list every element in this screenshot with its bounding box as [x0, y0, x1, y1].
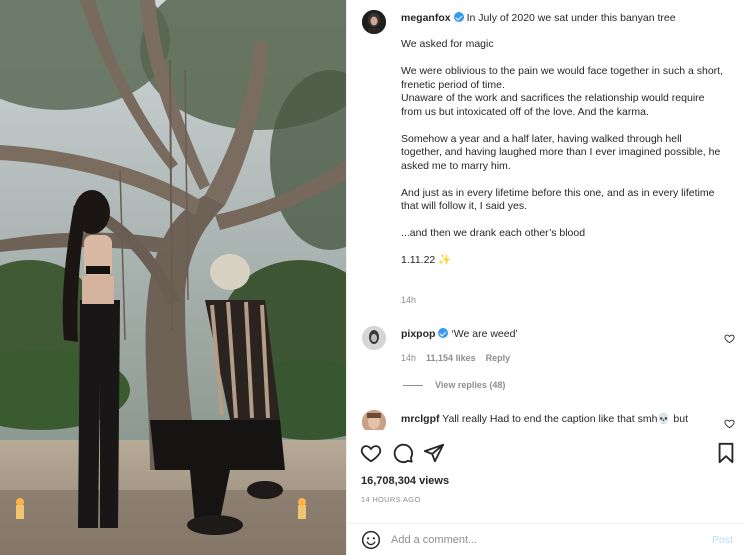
view-replies-label: View replies (48)	[435, 380, 506, 390]
caption-paragraph: And just as in every lifetime before thi…	[401, 186, 715, 213]
caption-date: 1.11.22 ✨	[401, 254, 452, 266]
reply-button[interactable]: Reply	[486, 353, 511, 363]
author-username[interactable]: meganfox	[401, 12, 451, 24]
comment-username[interactable]: pixpop	[401, 328, 435, 340]
comment-line: mrclgpf Yall really Had to end the capti…	[401, 412, 688, 426]
comment-text: ‘We are weed’	[451, 328, 518, 340]
author-avatar[interactable]	[362, 10, 386, 34]
replies-divider-line	[403, 384, 423, 386]
post-comment-button[interactable]: Post	[712, 534, 733, 546]
comment-likes[interactable]: 11,154 likes	[426, 353, 476, 363]
post-side-panel: meganfox In July of 2020 we sat under thi…	[346, 0, 745, 555]
comment-like-heart-icon[interactable]	[724, 333, 735, 344]
comments-scroll-area[interactable]: meganfox In July of 2020 we sat under thi…	[347, 0, 745, 430]
post-actions: 16,708,304 views 14 HOURS AGO	[347, 430, 745, 528]
comment-line: pixpop ‘We are weed’	[401, 327, 518, 341]
paper-plane-icon[interactable]	[423, 442, 445, 464]
caption-body: We asked for magic We were oblivious to …	[401, 38, 723, 281]
comment-like-heart-icon[interactable]	[724, 418, 735, 429]
comment-time[interactable]: 14h	[401, 353, 416, 363]
comment-username[interactable]: mrclgpf	[401, 413, 440, 425]
comment-icon[interactable]	[392, 442, 414, 464]
bookmark-icon[interactable]	[715, 442, 737, 464]
commenter-avatar[interactable]	[362, 326, 386, 350]
caption-paragraph: ...and then we drank each other’s blood	[401, 227, 586, 239]
caption-paragraph: Somehow a year and a half later, having …	[401, 132, 721, 172]
comment-composer: Post	[347, 524, 745, 555]
commenter-avatar[interactable]	[362, 410, 386, 430]
comment-meta: 14h 11,154 likes Reply	[401, 353, 520, 363]
caption-first-line: In July of 2020 we sat under this banyan…	[466, 12, 676, 24]
post-media-photo[interactable]	[0, 0, 346, 555]
view-replies-button[interactable]: View replies (48)	[403, 380, 505, 390]
caption-header: meganfox In July of 2020 we sat under thi…	[401, 11, 721, 25]
heart-icon[interactable]	[360, 442, 382, 464]
verified-badge-icon	[438, 328, 449, 338]
smiley-icon[interactable]	[361, 530, 381, 550]
caption-paragraph: We asked for magic	[401, 38, 494, 50]
caption-paragraph: We were oblivious to the pain we would f…	[401, 65, 723, 118]
proposal-photo	[0, 0, 346, 555]
comment-text: Yall really Had to end the caption like …	[442, 413, 689, 425]
caption-timestamp[interactable]: 14h	[401, 295, 416, 305]
post-time-ago[interactable]: 14 HOURS AGO	[361, 495, 420, 504]
verified-badge-icon	[453, 12, 464, 22]
comment-input[interactable]	[391, 530, 691, 550]
view-count[interactable]: 16,708,304 views	[361, 475, 449, 487]
